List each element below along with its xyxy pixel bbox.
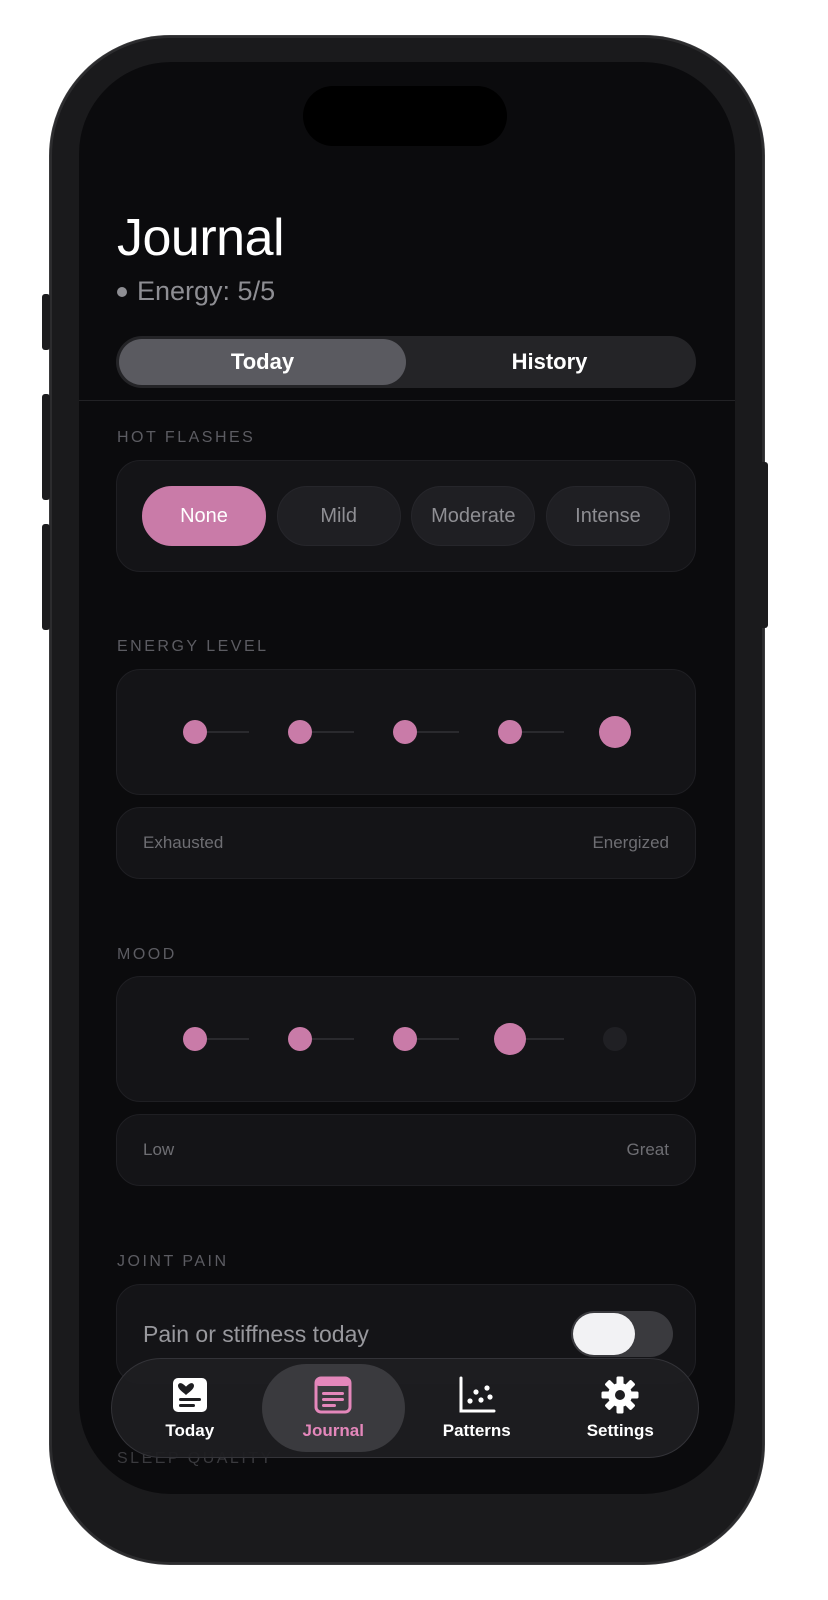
mood-connector [308, 1038, 354, 1040]
hot-flashes-card: None Mild Moderate Intense [116, 460, 696, 572]
volume-down-button [42, 524, 50, 630]
mood-dot-3[interactable] [393, 1027, 417, 1051]
mood-scale-card [116, 976, 696, 1102]
mood-max-label: Great [626, 1140, 669, 1159]
mood-range-card: Low Great [116, 1114, 696, 1186]
segment-today[interactable]: Today [119, 339, 406, 385]
energy-dot-3[interactable] [393, 720, 417, 744]
joint-pain-toggle-label: Pain or stiffness today [143, 1320, 369, 1347]
hot-flash-option-none[interactable]: None [142, 486, 266, 546]
energy-connector [518, 731, 564, 733]
energy-dot-2[interactable] [288, 720, 312, 744]
hot-flash-option-intense[interactable]: Intense [545, 486, 670, 546]
action-button [42, 294, 50, 350]
energy-min-label: Exhausted [143, 833, 224, 852]
volume-up-button [42, 394, 50, 500]
mood-connector [203, 1038, 249, 1040]
tab-journal-label: Journal [302, 1421, 364, 1440]
toggle-knob [573, 1313, 635, 1355]
energy-dot-5[interactable] [599, 716, 631, 748]
section-label-mood: MOOD [117, 946, 177, 963]
energy-scale [117, 670, 695, 794]
mood-dot-5[interactable] [603, 1027, 627, 1051]
energy-scale-card [116, 669, 696, 795]
view-switcher: Today History [116, 336, 696, 388]
mood-dot-1[interactable] [183, 1027, 207, 1051]
energy-connector [413, 731, 459, 733]
screen: Journal Energy: 5/5 Today History HOT FL… [79, 62, 735, 1494]
tab-settings-label: Settings [586, 1421, 654, 1440]
mood-scale [117, 977, 695, 1101]
section-label-energy: ENERGY LEVEL [117, 638, 269, 655]
tab-journal[interactable]: Journal [261, 1364, 405, 1452]
tab-bar: Today Journal Patterns Settings [111, 1358, 699, 1458]
energy-connector [203, 731, 249, 733]
tab-patterns[interactable]: Patterns [405, 1364, 549, 1452]
journal-icon [314, 1376, 352, 1414]
energy-dot-4[interactable] [498, 720, 522, 744]
energy-summary: Energy: 5/5 [117, 276, 275, 307]
energy-range-card: Exhausted Energized [116, 807, 696, 879]
energy-dot-1[interactable] [183, 720, 207, 744]
header-divider [79, 400, 735, 401]
energy-connector [308, 731, 354, 733]
page-title: Journal [117, 209, 285, 267]
mood-connector [413, 1038, 459, 1040]
gear-icon [601, 1376, 639, 1414]
tab-today-label: Today [165, 1421, 215, 1440]
hot-flash-option-moderate[interactable]: Moderate [411, 486, 536, 546]
tab-today[interactable]: Today [118, 1364, 262, 1452]
section-label-hot-flashes: HOT FLASHES [117, 429, 256, 446]
scatter-chart-icon [459, 1376, 496, 1413]
tab-settings[interactable]: Settings [549, 1364, 693, 1452]
dynamic-island [303, 86, 507, 146]
mood-dot-4[interactable] [494, 1023, 526, 1055]
segment-history[interactable]: History [406, 339, 693, 385]
joint-pain-toggle[interactable] [571, 1311, 673, 1357]
bullet-icon [117, 286, 127, 297]
tab-patterns-label: Patterns [442, 1421, 511, 1440]
energy-max-label: Energized [592, 833, 669, 852]
power-button [760, 462, 768, 628]
heart-card-icon [172, 1378, 207, 1412]
energy-summary-text: Energy: 5/5 [137, 276, 276, 306]
section-label-joint-pain: JOINT PAIN [117, 1253, 229, 1270]
mood-dot-2[interactable] [288, 1027, 312, 1051]
mood-min-label: Low [143, 1140, 175, 1159]
hot-flash-option-mild[interactable]: Mild [276, 486, 401, 546]
